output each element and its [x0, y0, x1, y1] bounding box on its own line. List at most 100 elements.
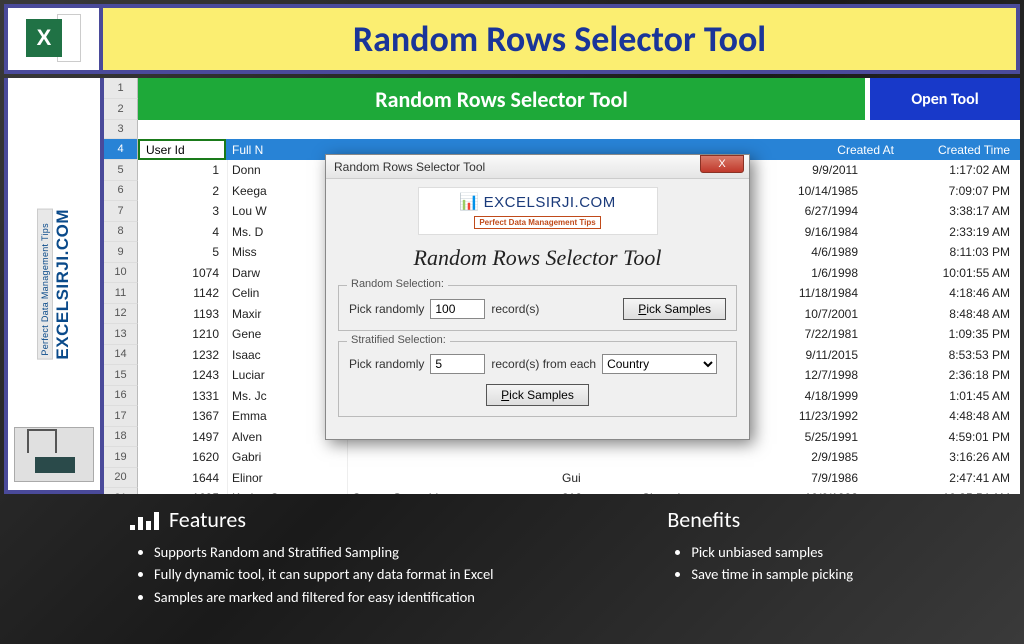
cell-userid[interactable]: 1497 [138, 427, 228, 448]
cell-userid[interactable]: 1210 [138, 324, 228, 345]
cell-created-at[interactable]: 11/23/1992 [768, 406, 868, 427]
cell-userid[interactable]: 1232 [138, 345, 228, 366]
cell-created-time[interactable]: 2:36:18 PM [868, 365, 1020, 386]
cell-userid[interactable]: 1620 [138, 447, 228, 468]
cell-created-at[interactable]: 9/11/2015 [768, 345, 868, 366]
row-number[interactable]: 16 [104, 386, 138, 407]
cell-created-at[interactable]: 6/27/1994 [768, 201, 868, 222]
cell-userid[interactable]: 5 [138, 242, 228, 263]
cell-created-time[interactable]: 4:59:01 PM [868, 427, 1020, 448]
cell-location[interactable]: Sierra Leone [638, 488, 768, 494]
cell-userid[interactable]: 1243 [138, 365, 228, 386]
cell-email[interactable]: Carson@eusebio.cor [348, 488, 558, 494]
row-number[interactable]: 15 [104, 365, 138, 386]
row-number[interactable]: 14 [104, 345, 138, 366]
row-number[interactable]: 4 [104, 139, 138, 160]
cell-created-at[interactable]: 10/7/2001 [768, 304, 868, 325]
row-number[interactable]: 5 [104, 160, 138, 181]
row-number[interactable]: 3 [104, 120, 138, 139]
row-number[interactable]: 18 [104, 427, 138, 448]
cell-created-time[interactable]: 8:48:48 AM [868, 304, 1020, 325]
cell-userid[interactable]: 1193 [138, 304, 228, 325]
cell-created-time[interactable]: 4:48:48 AM [868, 406, 1020, 427]
cell-created-at[interactable]: 4/6/1989 [768, 242, 868, 263]
cell-created-at[interactable]: 7/9/1986 [768, 468, 868, 489]
stratified-count-input[interactable] [430, 354, 485, 374]
cell-created-time[interactable]: 10:01:55 AM [868, 263, 1020, 284]
cell-created-time[interactable]: 7:09:07 PM [868, 181, 1020, 202]
row-number[interactable]: 20 [104, 468, 138, 489]
row-number[interactable]: 9 [104, 242, 138, 263]
column-header-created-at[interactable]: Created At [800, 139, 900, 160]
cell-location[interactable] [638, 447, 768, 468]
dialog-title: Random Rows Selector Tool [334, 160, 485, 174]
cell-created-time[interactable]: 3:16:26 AM [868, 447, 1020, 468]
random-count-input[interactable] [430, 299, 485, 319]
cell-created-at[interactable]: 2/9/1985 [768, 447, 868, 468]
open-tool-button[interactable]: Open Tool [870, 78, 1020, 120]
row-number[interactable]: 17 [104, 406, 138, 427]
row-number[interactable]: 8 [104, 222, 138, 243]
pick-samples-random-button[interactable]: Pick Samples [623, 298, 726, 320]
stratified-column-select[interactable]: Country [602, 354, 717, 374]
row-number[interactable]: 21 [104, 488, 138, 494]
row-number[interactable]: 13 [104, 324, 138, 345]
cell-created-at[interactable]: 10/14/1985 [768, 181, 868, 202]
cell-created-time[interactable]: 1:01:45 AM [868, 386, 1020, 407]
cell-userid[interactable]: 1695 [138, 488, 228, 494]
row-number[interactable]: 11 [104, 283, 138, 304]
benefits-section: Benefits Pick unbiased samplesSave time … [667, 506, 994, 608]
cell-userid[interactable]: 1074 [138, 263, 228, 284]
cell-created-time[interactable]: 8:53:53 PM [868, 345, 1020, 366]
cell-userid[interactable]: 4 [138, 222, 228, 243]
column-header-created-time[interactable]: Created Time [900, 139, 1020, 160]
cell-created-time[interactable]: 4:18:46 AM [868, 283, 1020, 304]
cell-created-at[interactable]: 10/6/1993 [768, 488, 868, 494]
cell-created-at[interactable]: 4/18/1999 [768, 386, 868, 407]
cell-created-at[interactable]: 11/18/1984 [768, 283, 868, 304]
row-number[interactable]: 7 [104, 201, 138, 222]
cell-created-at[interactable]: 12/7/1998 [768, 365, 868, 386]
cell-extra[interactable] [558, 447, 638, 468]
cell-email[interactable] [348, 468, 558, 489]
row-number[interactable]: 10 [104, 263, 138, 284]
cell-userid[interactable]: 1331 [138, 386, 228, 407]
table-row[interactable]: 191620Gabri 2/9/19853:16:26 AM [104, 447, 1020, 468]
row-number[interactable]: 19 [104, 447, 138, 468]
cell-created-at[interactable]: 9/9/2011 [768, 160, 868, 181]
column-header-userid[interactable]: User Id [138, 139, 226, 160]
cell-email[interactable] [348, 447, 558, 468]
cell-created-time[interactable]: 1:17:02 AM [868, 160, 1020, 181]
cell-userid[interactable]: 1 [138, 160, 228, 181]
row-number[interactable]: 6 [104, 181, 138, 202]
cell-userid[interactable]: 3 [138, 201, 228, 222]
close-button[interactable]: X [700, 155, 744, 173]
cell-name[interactable]: Gabri [228, 447, 348, 468]
cell-created-time[interactable]: 8:11:03 PM [868, 242, 1020, 263]
cell-created-time[interactable]: 2:33:19 AM [868, 222, 1020, 243]
cell-created-at[interactable]: 7/22/1981 [768, 324, 868, 345]
cell-location[interactable] [638, 468, 768, 489]
cell-created-at[interactable]: 9/16/1984 [768, 222, 868, 243]
row-number[interactable]: 12 [104, 304, 138, 325]
cell-created-time[interactable]: 10:35:54 AM [868, 488, 1020, 494]
dialog-titlebar[interactable]: Random Rows Selector Tool X [326, 155, 749, 179]
cell-created-time[interactable]: 3:38:17 AM [868, 201, 1020, 222]
cell-userid[interactable]: 1367 [138, 406, 228, 427]
cell-created-time[interactable]: 2:47:41 AM [868, 468, 1020, 489]
cell-extra[interactable]: Gui [558, 468, 638, 489]
row-number[interactable]: 1 [104, 78, 138, 99]
cell-created-at[interactable]: 5/25/1991 [768, 427, 868, 448]
cell-created-at[interactable]: 1/6/1998 [768, 263, 868, 284]
cell-userid[interactable]: 2 [138, 181, 228, 202]
table-row[interactable]: 201644Elinor Gui 7/9/19862:47:41 AM [104, 468, 1020, 489]
row-number[interactable]: 2 [104, 99, 138, 120]
cell-created-time[interactable]: 1:09:35 PM [868, 324, 1020, 345]
table-row[interactable]: 211695Kaden CummerataCarson@eusebio.cor3… [104, 488, 1020, 494]
cell-userid[interactable]: 1142 [138, 283, 228, 304]
pick-samples-stratified-button[interactable]: Pick Samples [486, 384, 589, 406]
cell-name[interactable]: Elinor [228, 468, 348, 489]
cell-extra[interactable]: 318 [558, 488, 638, 494]
cell-name[interactable]: Kaden Cummerata [228, 488, 348, 494]
cell-userid[interactable]: 1644 [138, 468, 228, 489]
